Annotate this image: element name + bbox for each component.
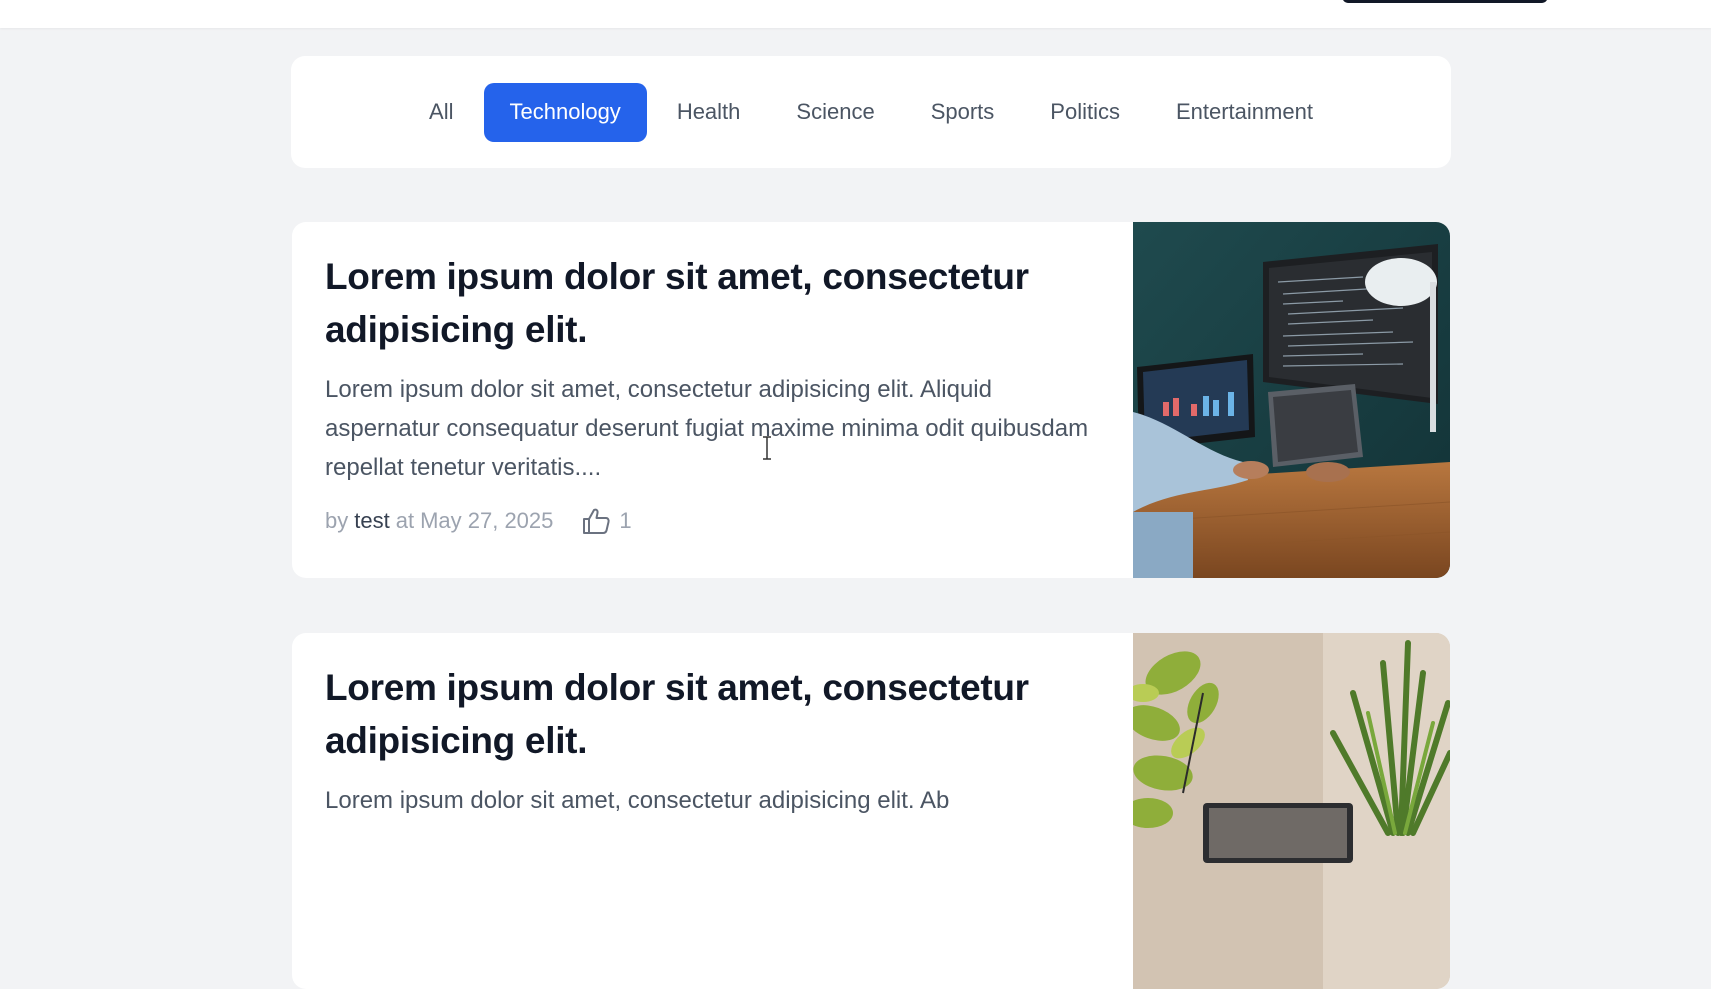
navbar-button[interactable] — [1342, 0, 1548, 3]
post-excerpt: Lorem ipsum dolor sit amet, consectetur … — [325, 787, 950, 814]
post-author[interactable]: test — [354, 508, 389, 534]
by-label: by — [325, 508, 349, 533]
category-tabs: All Technology Health Science Sports Pol… — [403, 82, 1339, 142]
post-card[interactable]: Lorem ipsum dolor sit amet, consectetur … — [292, 633, 1450, 989]
post-title[interactable]: Lorem ipsum dolor sit amet, consectetur … — [325, 250, 1105, 356]
laptops-code-desk-image — [1133, 222, 1450, 578]
post-card[interactable]: Lorem ipsum dolor sit amet, consectetur … — [292, 222, 1450, 578]
post-image[interactable] — [1133, 633, 1450, 989]
post-content: Lorem ipsum dolor sit amet, consectetur … — [325, 661, 1105, 820]
post-image[interactable] — [1133, 222, 1450, 578]
thumbs-up-icon — [583, 508, 611, 534]
post-meta: by test at May 27, 2025 1 — [325, 507, 1105, 535]
text-cursor-icon — [763, 436, 771, 460]
category-filter-bar: All Technology Health Science Sports Pol… — [291, 56, 1451, 168]
tab-health[interactable]: Health — [651, 83, 767, 142]
top-navbar — [0, 0, 1711, 28]
post-content: Lorem ipsum dolor sit amet, consectetur … — [325, 250, 1105, 535]
tab-entertainment[interactable]: Entertainment — [1150, 83, 1339, 142]
post-excerpt: Lorem ipsum dolor sit amet, consectetur … — [325, 376, 1089, 481]
post-title[interactable]: Lorem ipsum dolor sit amet, consectetur … — [325, 661, 1105, 767]
tab-technology[interactable]: Technology — [483, 82, 647, 142]
tab-sports[interactable]: Sports — [905, 83, 1021, 142]
tab-politics[interactable]: Politics — [1024, 83, 1146, 142]
plants-laptop-image — [1133, 633, 1450, 989]
like-count: 1 — [619, 508, 632, 533]
post-date: May 27, 2025 — [420, 508, 554, 533]
at-label: at — [395, 508, 415, 533]
tab-science[interactable]: Science — [770, 83, 900, 142]
like-button[interactable]: 1 — [581, 507, 632, 535]
tab-all[interactable]: All — [403, 83, 479, 142]
